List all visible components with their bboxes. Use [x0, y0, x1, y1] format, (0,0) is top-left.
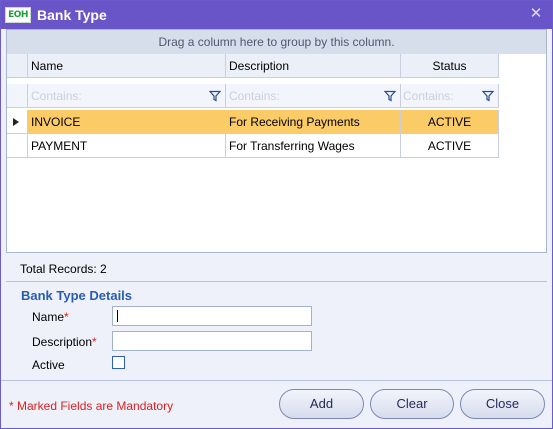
- active-checkbox[interactable]: [112, 356, 125, 369]
- required-marker: *: [92, 335, 97, 349]
- text-caret: [117, 310, 118, 322]
- arrow-right-icon: [13, 118, 19, 126]
- bank-type-grid: Drag a column here to group by this colu…: [6, 29, 547, 253]
- name-input[interactable]: [112, 306, 312, 326]
- total-records: Total Records: 2: [20, 262, 107, 276]
- add-button[interactable]: Add: [279, 389, 364, 419]
- mandatory-note: * Marked Fields are Mandatory: [9, 399, 174, 413]
- name-label-group: Name*: [32, 310, 69, 324]
- cell-status[interactable]: ACTIVE: [401, 110, 499, 134]
- cell-name[interactable]: PAYMENT: [28, 134, 226, 158]
- column-header-description[interactable]: Description: [226, 54, 401, 78]
- filter-description[interactable]: Contains:: [226, 84, 401, 108]
- required-marker: *: [64, 310, 69, 324]
- filter-name-placeholder: Contains:: [31, 89, 82, 103]
- filter-status-placeholder: Contains:: [403, 89, 454, 103]
- column-header-name[interactable]: Name: [28, 54, 226, 78]
- description-input[interactable]: [112, 331, 312, 351]
- footer-bar: * Marked Fields are Mandatory Add Clear …: [1, 380, 552, 428]
- group-by-panel[interactable]: Drag a column here to group by this colu…: [7, 30, 546, 54]
- filter-status[interactable]: Contains:: [401, 84, 499, 108]
- description-label: Description: [32, 335, 93, 349]
- window-title: Bank Type: [37, 7, 107, 23]
- funnel-icon[interactable]: [209, 90, 221, 102]
- name-label: Name: [32, 310, 65, 324]
- title-bar: EOH Bank Type ✕: [1, 1, 552, 29]
- row-indicator-cell: [7, 110, 28, 134]
- cell-description[interactable]: For Transferring Wages: [226, 134, 401, 158]
- active-label: Active: [32, 358, 65, 372]
- funnel-icon[interactable]: [482, 90, 494, 102]
- section-title: Bank Type Details: [21, 288, 133, 303]
- clear-button[interactable]: Clear: [370, 389, 454, 419]
- cell-status[interactable]: ACTIVE: [401, 134, 499, 158]
- filter-indicator-cell: [7, 84, 28, 108]
- bank-type-details-section: Bank Type Details Name* Description* Act…: [6, 281, 547, 378]
- filter-name[interactable]: Contains:: [28, 84, 226, 108]
- funnel-icon[interactable]: [384, 90, 396, 102]
- close-button[interactable]: Close: [460, 389, 545, 419]
- filter-description-placeholder: Contains:: [229, 89, 280, 103]
- row-indicator-cell: [7, 134, 28, 158]
- cell-name[interactable]: INVOICE: [28, 110, 226, 134]
- close-icon[interactable]: ✕: [525, 4, 547, 24]
- description-label-group: Description*: [32, 335, 97, 349]
- app-logo: EOH: [5, 7, 31, 23]
- bank-type-dialog: EOH Bank Type ✕ Drag a column here to gr…: [0, 0, 553, 429]
- column-header-status[interactable]: Status: [401, 54, 499, 78]
- header-indicator-cell: [7, 54, 28, 78]
- cell-description[interactable]: For Receiving Payments: [226, 110, 401, 134]
